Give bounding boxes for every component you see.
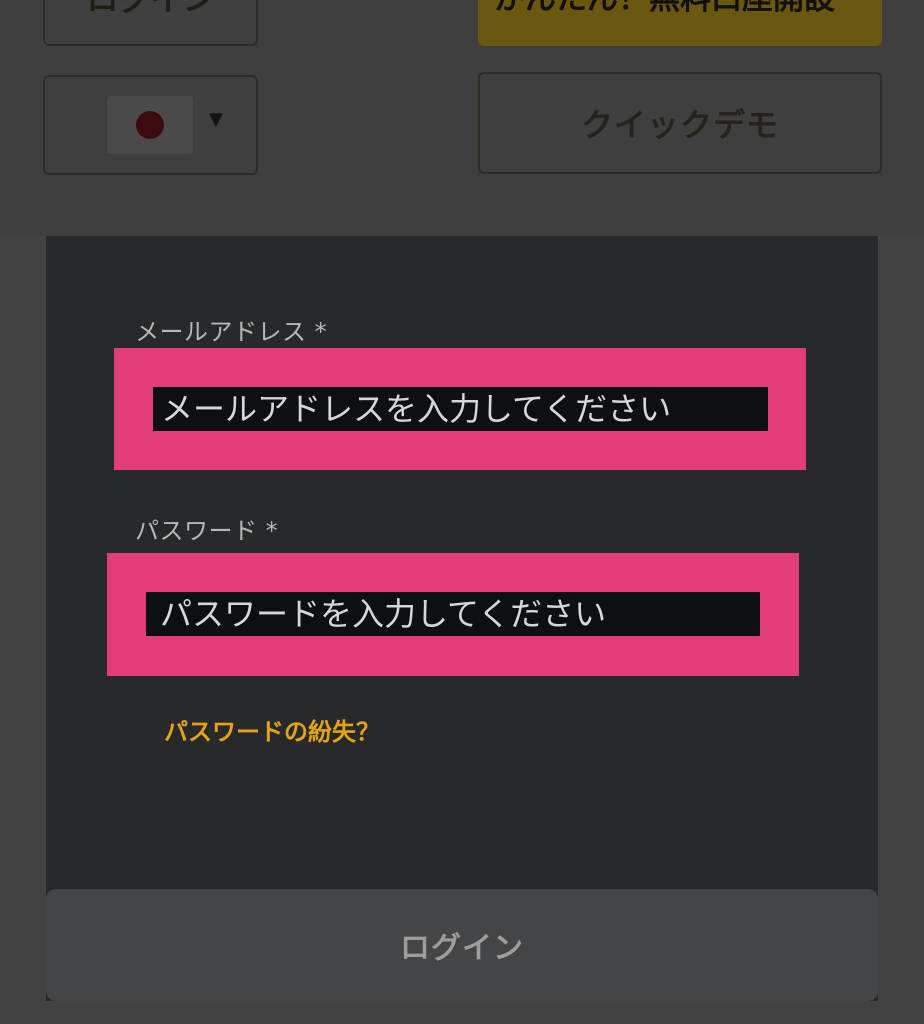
language-selector[interactable]: ▼ [43,75,258,175]
password-highlight-box [107,553,799,676]
email-label: メールアドレス * [135,318,328,346]
japan-flag-icon [107,96,193,154]
top-header: ログイン かんたん！無料口座開設 ▼ クイックデモ [0,0,924,236]
email-highlight-box [114,348,806,470]
forgot-password-link[interactable]: パスワードの紛失？ [164,718,380,746]
quick-demo-button[interactable]: クイックデモ [478,72,882,174]
dropdown-arrow-icon: ▼ [209,108,223,130]
flag-circle [136,111,164,139]
open-account-button[interactable]: かんたん！無料口座開設 [478,0,882,46]
password-input[interactable] [146,592,760,636]
password-label: パスワード * [135,517,279,545]
email-input[interactable] [153,387,768,431]
login-button[interactable]: ログイン [46,889,878,1001]
top-login-button[interactable]: ログイン [43,0,258,46]
